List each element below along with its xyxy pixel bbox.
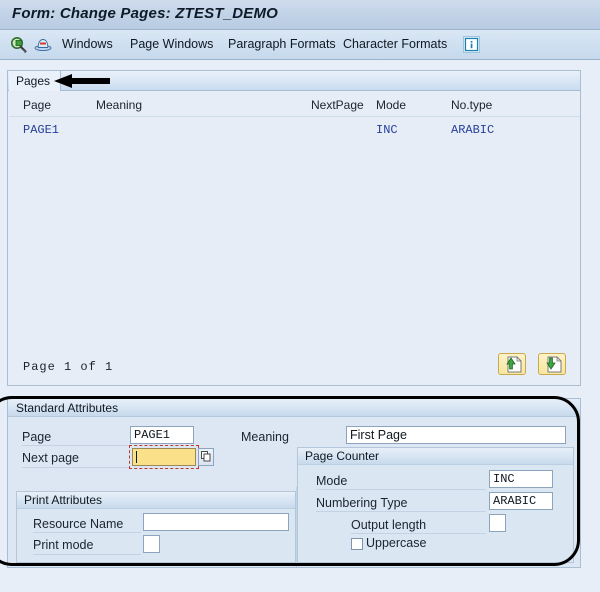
page-counter-subpanel: Page Counter Mode INC Numbering Type ARA… [297, 447, 574, 563]
cell-page[interactable]: PAGE1 [23, 123, 59, 137]
menu-page-windows[interactable]: Page Windows [130, 37, 213, 51]
print-attributes-header: Print Attributes [17, 492, 295, 509]
output-length-input[interactable] [489, 514, 506, 532]
page-label: Page [22, 430, 52, 444]
display-change-icon[interactable] [10, 36, 28, 54]
information-icon[interactable] [463, 36, 480, 53]
page-down-button[interactable] [538, 353, 566, 375]
page-input[interactable]: PAGE1 [130, 426, 194, 444]
print-mode-input[interactable] [143, 535, 160, 553]
cell-mode[interactable]: INC [376, 123, 398, 137]
page-counter-title: Page Counter [305, 449, 380, 463]
sap-form-builder-window: Form: Change Pages: ZTEST_DEMO Windows P… [0, 0, 600, 592]
column-header-page[interactable]: Page [23, 98, 51, 112]
numbering-type-underline [316, 511, 486, 512]
mode-label: Mode [316, 474, 348, 488]
standard-attributes-title: Standard Attributes [16, 401, 119, 415]
menu-windows[interactable]: Windows [62, 37, 113, 51]
uppercase-checkbox[interactable] [351, 538, 363, 550]
window-title-bar: Form: Change Pages: ZTEST_DEMO [0, 0, 600, 30]
column-header-mode[interactable]: Mode [376, 98, 406, 112]
print-preview-icon[interactable] [34, 36, 52, 54]
pages-tabstrip: Pages [8, 71, 580, 91]
output-length-label: Output length [351, 518, 427, 532]
cell-no-type[interactable]: ARABIC [451, 123, 494, 137]
pager-status: Page 1 of 1 [23, 360, 114, 374]
print-attributes-title: Print Attributes [24, 493, 103, 507]
next-page-label-underline [22, 467, 130, 468]
resource-name-label: Resource Name [33, 517, 124, 531]
numbering-type-input[interactable]: ARABIC [489, 492, 553, 510]
next-page-label: Next page [22, 451, 79, 465]
next-page-input[interactable] [132, 448, 196, 466]
standard-attributes-header: Standard Attributes [8, 399, 580, 417]
numbering-type-label: Numbering Type [316, 496, 408, 510]
menu-paragraph-formats[interactable]: Paragraph Formats [228, 37, 336, 51]
window-title: Form: Change Pages: ZTEST_DEMO [12, 5, 279, 22]
page-up-button[interactable] [498, 353, 526, 375]
menu-character-formats[interactable]: Character Formats [343, 37, 447, 51]
table-header-divider [9, 116, 580, 117]
meaning-label: Meaning [241, 430, 289, 444]
application-toolbar: Windows Page Windows Paragraph Formats C… [0, 30, 600, 60]
meaning-input[interactable]: First Page [346, 426, 566, 444]
pages-panel: Pages Page Meaning NextPage Mode No.type… [7, 70, 581, 386]
column-header-nextpage[interactable]: NextPage [311, 98, 364, 112]
mode-input[interactable]: INC [489, 470, 553, 488]
uppercase-label: Uppercase [366, 536, 427, 550]
print-mode-label: Print mode [33, 538, 94, 552]
resource-name-underline [33, 532, 141, 533]
page-counter-header: Page Counter [298, 448, 573, 465]
print-mode-underline [33, 554, 141, 555]
print-attributes-subpanel: Print Attributes Resource Name Print mod… [16, 491, 296, 563]
page-label-underline [22, 445, 130, 446]
resource-name-input[interactable] [143, 513, 289, 531]
column-header-no-type[interactable]: No.type [451, 98, 492, 112]
column-header-meaning[interactable]: Meaning [96, 98, 142, 112]
output-length-underline [351, 533, 486, 534]
mode-underline [316, 489, 486, 490]
tab-pages[interactable]: Pages [9, 71, 62, 91]
search-help-icon[interactable] [198, 448, 214, 466]
text-caret [136, 451, 137, 463]
standard-attributes-panel: Standard Attributes Page PAGE1 Meaning F… [7, 398, 581, 568]
